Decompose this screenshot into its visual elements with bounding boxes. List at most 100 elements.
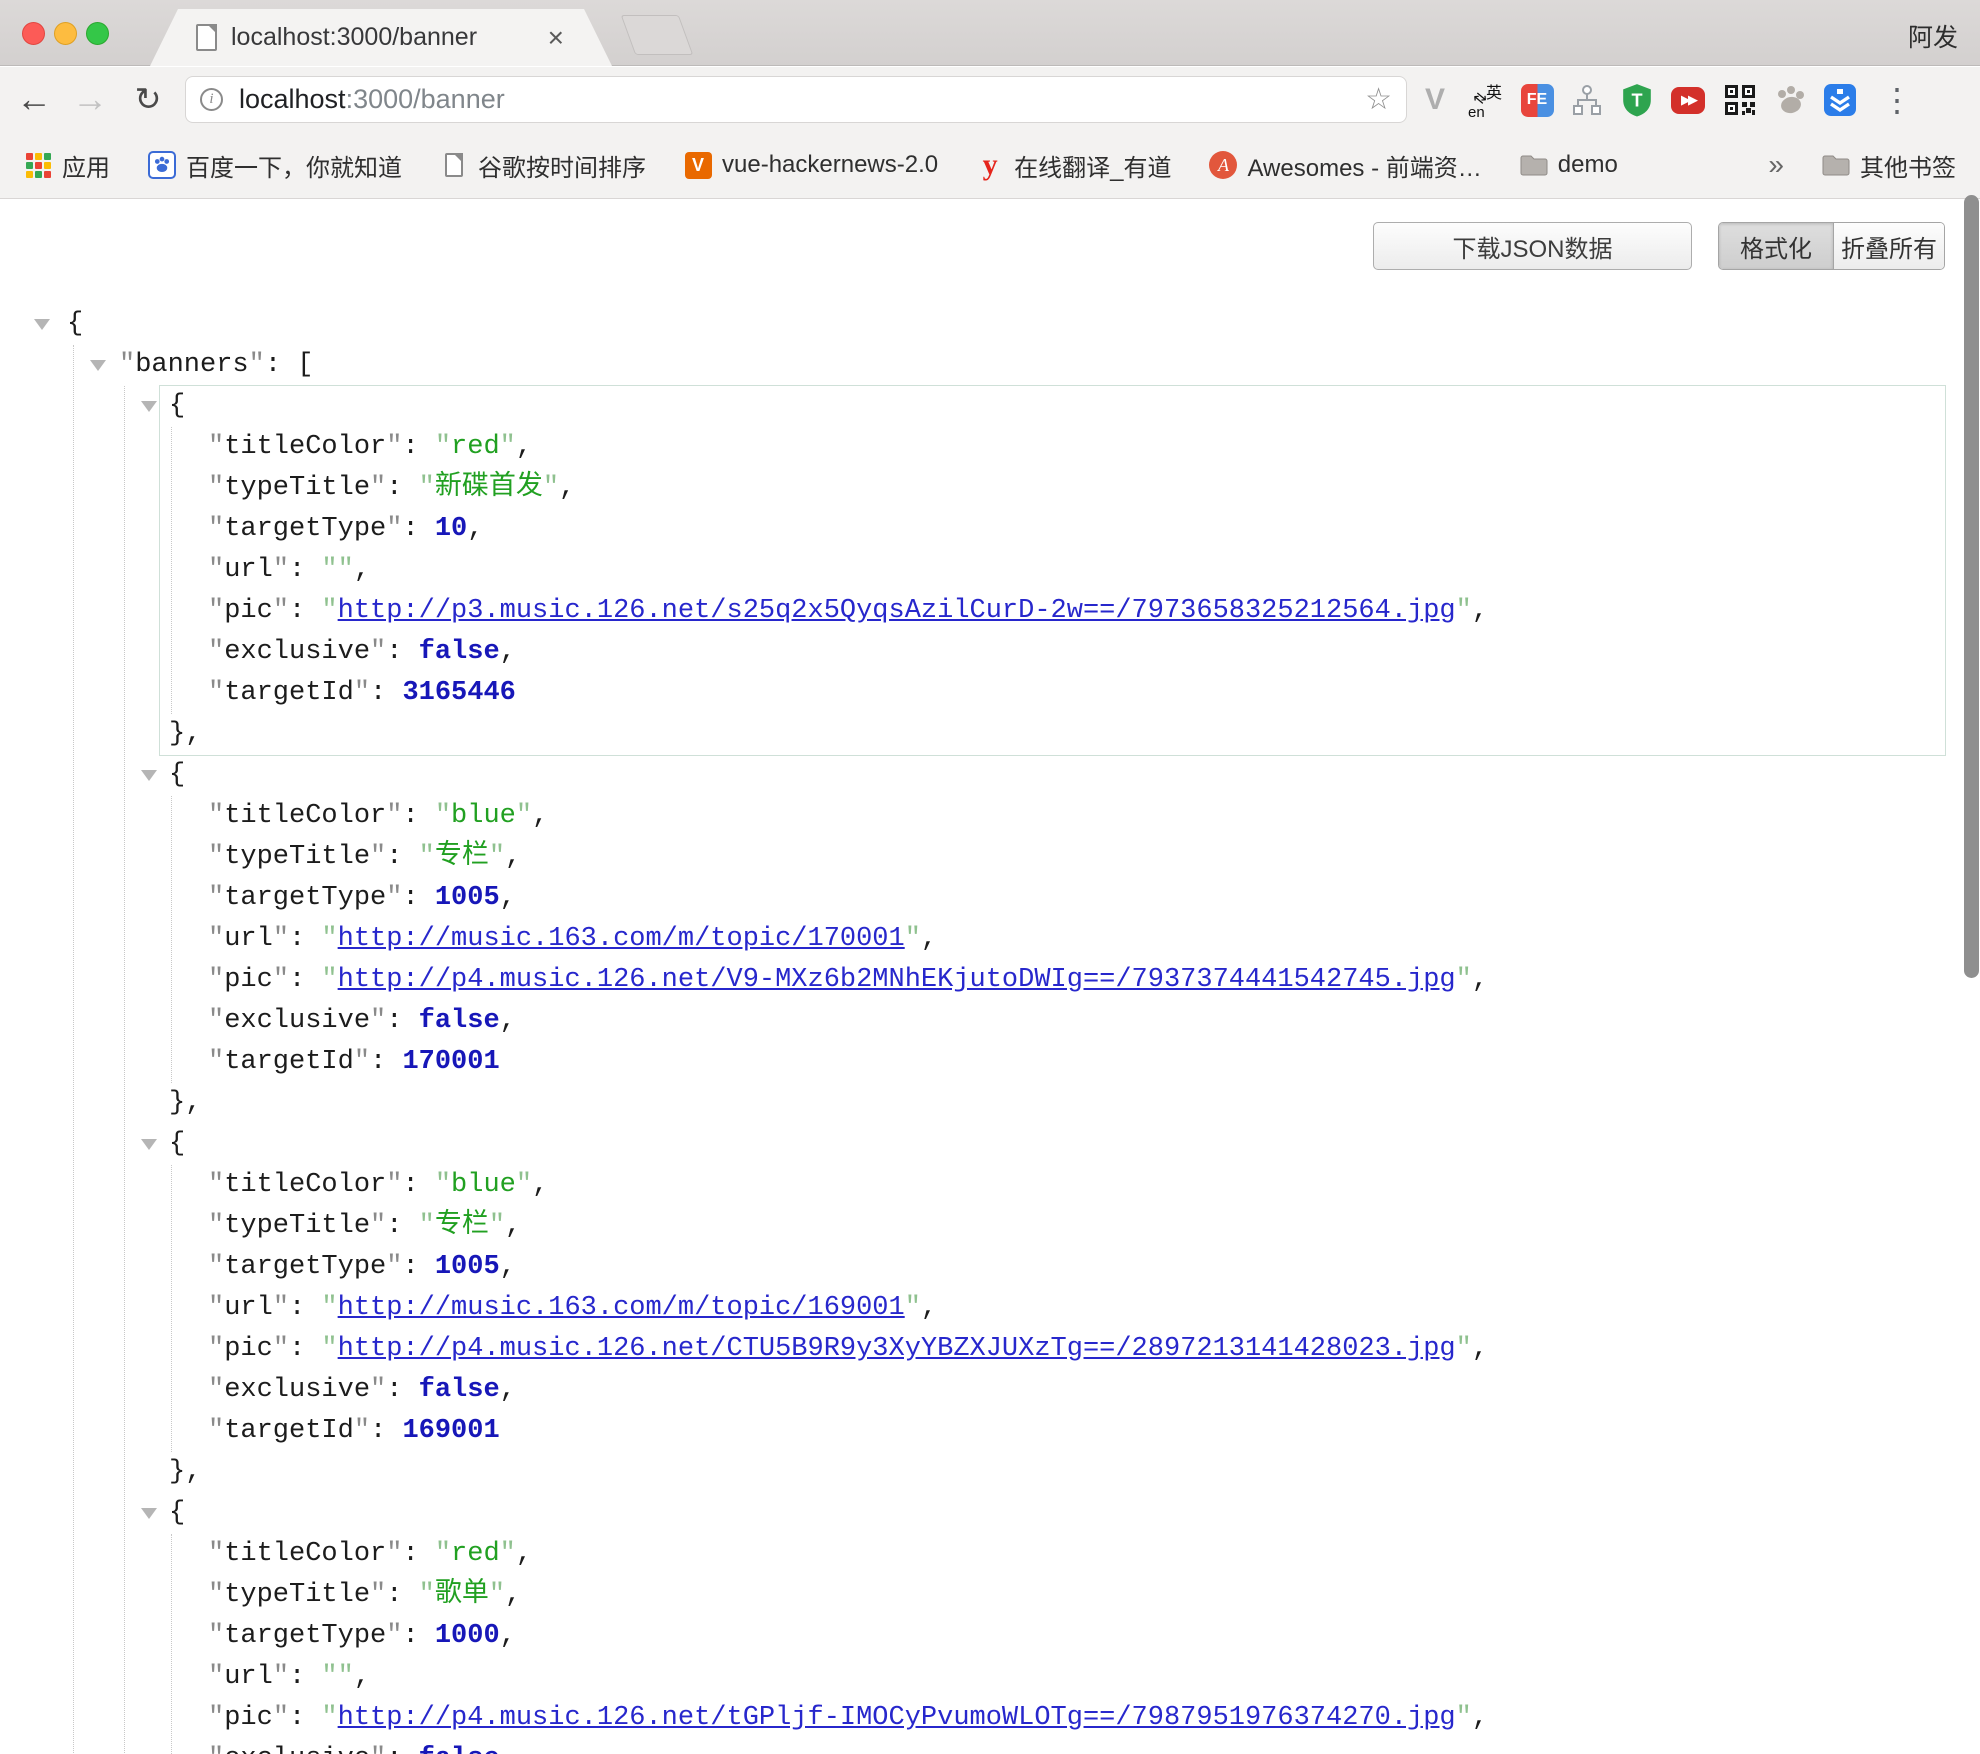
json-line: "targetType": 1000,	[172, 1616, 1945, 1657]
bookmark-other-folder[interactable]: 其他书签	[1822, 148, 1956, 183]
json-key: pic	[224, 1334, 273, 1364]
json-link[interactable]: http://music.163.com/m/topic/169001	[338, 1293, 905, 1323]
new-tab-button[interactable]	[621, 15, 694, 55]
browser-tab[interactable]: localhost:3000/banner ×	[150, 9, 612, 66]
json-literal: 3165446	[402, 678, 515, 708]
json-key: targetId	[224, 1416, 354, 1446]
bookmark-label: 谷歌按时间排序	[478, 148, 646, 183]
back-icon[interactable]: ←	[10, 75, 58, 123]
bookmark-label: Awesomes - 前端资…	[1247, 148, 1481, 183]
bookmark-youdao[interactable]: y 在线翻译_有道	[976, 148, 1171, 183]
json-key: exclusive	[224, 637, 370, 667]
json-string: blue	[451, 1170, 516, 1200]
bookmark-awesomes[interactable]: A Awesomes - 前端资…	[1209, 148, 1481, 183]
url-host: localhost	[239, 84, 346, 114]
translate-icon[interactable]: 英 en ⇄	[1466, 81, 1504, 119]
scrollbar-thumb[interactable]	[1964, 195, 1979, 978]
json-empty-string: ""	[321, 555, 353, 585]
json-key: typeTitle	[224, 842, 370, 872]
json-literal: 10	[435, 514, 467, 544]
bookmark-label: 在线翻译_有道	[1014, 148, 1171, 183]
json-line: "typeTitle": "专栏",	[172, 1206, 1945, 1247]
mac-close-button[interactable]	[22, 22, 45, 45]
bookmark-baidu[interactable]: 百度一下，你就知道	[148, 148, 402, 183]
json-key: exclusive	[224, 1006, 370, 1036]
json-key: exclusive	[224, 1375, 370, 1405]
bookmark-label: 百度一下，你就知道	[186, 148, 402, 183]
json-key: targetType	[224, 883, 386, 913]
banner-object: {"titleColor": "blue","typeTitle": "专栏",…	[160, 755, 1945, 1124]
collapse-toggle-icon[interactable]	[141, 770, 157, 781]
banner-object: {"titleColor": "red","typeTitle": "新碟首发"…	[160, 386, 1945, 755]
url-text[interactable]: localhost:3000/banner	[239, 84, 1365, 115]
json-key: url	[224, 555, 273, 585]
collapse-toggle-icon[interactable]	[34, 319, 50, 330]
bookmark-apps[interactable]: 应用	[24, 148, 110, 183]
address-bar[interactable]: i localhost:3000/banner ☆	[185, 76, 1407, 123]
folder-icon	[1520, 154, 1548, 176]
page-favicon-icon	[196, 24, 217, 51]
collapse-toggle-icon[interactable]	[141, 1508, 157, 1519]
json-line: "exclusive": false	[172, 1739, 1945, 1754]
json-literal: 1005	[435, 883, 500, 913]
bookmarks-overflow-icon[interactable]: »	[1768, 149, 1784, 181]
json-key: targetId	[224, 678, 354, 708]
json-line: "url": "",	[172, 550, 1945, 591]
mac-minimize-button[interactable]	[54, 22, 77, 45]
json-key: typeTitle	[224, 473, 370, 503]
json-line: "titleColor": "red",	[172, 427, 1945, 468]
bookmark-demo-folder[interactable]: demo	[1520, 151, 1618, 179]
bookmark-label: vue-hackernews-2.0	[722, 151, 938, 179]
json-line: },	[160, 1083, 1945, 1124]
bookmark-star-icon[interactable]: ☆	[1365, 82, 1392, 117]
json-string: 歌单	[435, 1580, 489, 1610]
json-link[interactable]: http://p3.music.126.net/s25q2x5QyqsAzilC…	[338, 596, 1456, 626]
json-link[interactable]: http://p4.music.126.net/CTU5B9R9y3XyYBZX…	[338, 1334, 1456, 1364]
json-literal: false	[419, 637, 500, 667]
json-line: "url": "http://music.163.com/m/topic/170…	[172, 919, 1945, 960]
json-line: "banners": [	[74, 345, 1945, 386]
download-json-button[interactable]: 下载JSON数据	[1373, 222, 1692, 270]
json-key: titleColor	[224, 432, 386, 462]
bookmark-vue-hackernews[interactable]: V vue-hackernews-2.0	[684, 151, 938, 179]
qr-code-icon[interactable]	[1721, 81, 1759, 119]
json-link[interactable]: http://p4.music.126.net/V9-MXz6b2MNhEKju…	[338, 965, 1456, 995]
json-string: 新碟首发	[435, 473, 543, 503]
view-mode-button-group: 格式化 折叠所有	[1718, 222, 1945, 270]
tab-title: localhost:3000/banner	[231, 23, 536, 52]
reload-icon[interactable]: ↻	[124, 75, 172, 123]
collapse-toggle-icon[interactable]	[90, 360, 106, 371]
json-link[interactable]: http://p4.music.126.net/tGPljf-IMOCyPvum…	[338, 1703, 1456, 1733]
banner-object: {"titleColor": "red","typeTitle": "歌单","…	[160, 1493, 1945, 1754]
json-key: titleColor	[224, 1539, 386, 1569]
collapse-toggle-icon[interactable]	[141, 1139, 157, 1150]
json-line: "exclusive": false,	[172, 1370, 1945, 1411]
bookmark-google-sort[interactable]: 谷歌按时间排序	[440, 148, 646, 183]
fe-helper-icon[interactable]: FE	[1518, 81, 1556, 119]
bookmark-label: 应用	[62, 148, 110, 183]
json-empty-string: ""	[321, 1662, 353, 1692]
more-menu-icon[interactable]: ⋮	[1878, 81, 1916, 119]
sitemap-icon[interactable]	[1568, 81, 1606, 119]
json-line: "targetType": 1005,	[172, 1247, 1945, 1288]
banner-object: {"titleColor": "blue","typeTitle": "专栏",…	[160, 1124, 1945, 1493]
fatkun-icon[interactable]	[1821, 81, 1859, 119]
mac-zoom-button[interactable]	[86, 22, 109, 45]
json-line: "targetType": 10,	[172, 509, 1945, 550]
page-info-icon[interactable]: i	[200, 88, 223, 111]
bookmarks-bar: 应用 百度一下，你就知道 谷歌按时间排序 V vue-hackernews-2.…	[0, 132, 1980, 199]
video-downloader-icon[interactable]: ▶▶	[1669, 81, 1707, 119]
collapse-all-button[interactable]: 折叠所有	[1834, 223, 1944, 269]
tampermonkey-icon[interactable]: T	[1618, 81, 1656, 119]
profile-name: 阿发	[1908, 18, 1958, 54]
vue-devtools-icon[interactable]: V	[1416, 81, 1454, 119]
collapse-toggle-icon[interactable]	[141, 401, 157, 412]
json-literal: 1000	[435, 1621, 500, 1651]
json-line: },	[160, 714, 1945, 755]
json-link[interactable]: http://music.163.com/m/topic/170001	[338, 924, 905, 954]
apps-grid-icon	[26, 153, 51, 178]
paw-icon[interactable]	[1771, 81, 1809, 119]
tab-close-icon[interactable]: ×	[548, 24, 564, 52]
json-key: targetType	[224, 514, 386, 544]
format-button[interactable]: 格式化	[1719, 223, 1834, 269]
